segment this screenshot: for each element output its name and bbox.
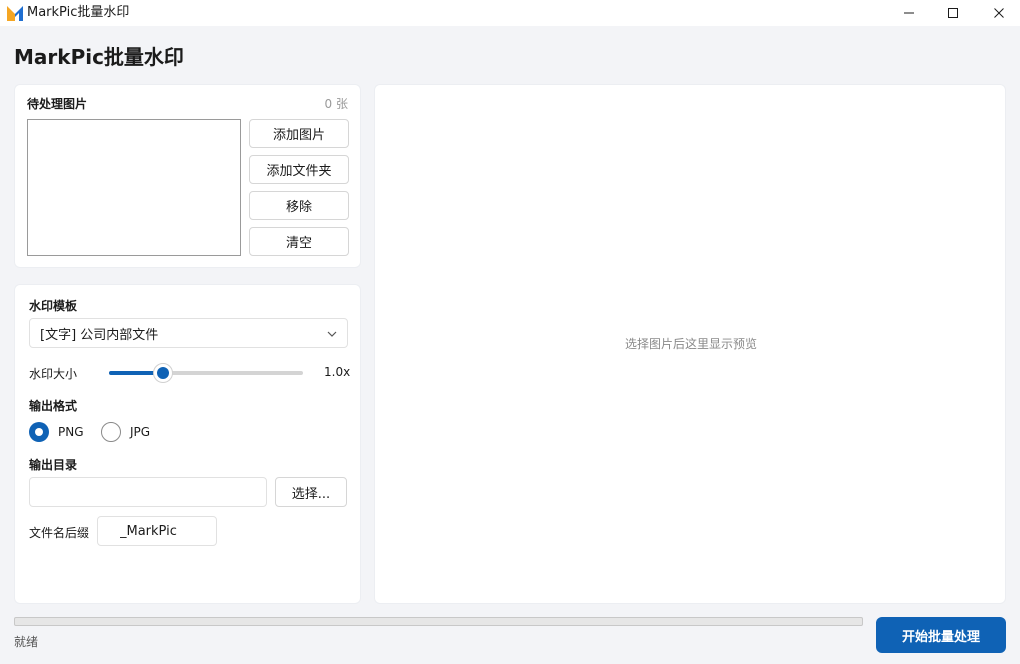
- radio-dot: [35, 428, 43, 436]
- minimize-button[interactable]: [886, 0, 932, 26]
- settings-panel: 水印模板 [文字] 公司内部文件 水印大小 1.0x 输出格式 PNG JPG …: [14, 284, 361, 604]
- add-images-button[interactable]: 添加图片: [249, 119, 349, 148]
- slider-thumb-dot: [157, 367, 170, 379]
- format-label: 输出格式: [29, 399, 78, 413]
- chevron-down-icon: [327, 331, 337, 337]
- window-title: MarkPic批量水印: [27, 5, 130, 20]
- images-panel: 待处理图片 0 张 添加图片 添加文件夹 移除 清空: [14, 84, 361, 268]
- size-label: 水印大小: [29, 367, 78, 381]
- remove-button[interactable]: 移除: [249, 191, 349, 220]
- template-select[interactable]: [文字] 公司内部文件: [29, 318, 348, 348]
- start-batch-button[interactable]: 开始批量处理: [876, 617, 1006, 653]
- template-selected-value: [文字] 公司内部文件: [40, 327, 159, 343]
- app-logo-icon: [7, 6, 23, 21]
- output-dir-input[interactable]: [29, 477, 267, 507]
- maximize-button[interactable]: [930, 0, 976, 26]
- title-bar: MarkPic批量水印: [0, 0, 1020, 26]
- progress-bar: [14, 617, 863, 626]
- suffix-label: 文件名后缀: [29, 526, 90, 540]
- size-value: 1.0x: [324, 365, 351, 379]
- size-slider-track[interactable]: [109, 371, 303, 375]
- status-text: 就绪: [14, 635, 39, 649]
- images-panel-title: 待处理图片: [27, 97, 88, 111]
- preview-placeholder: 选择图片后这里显示预览: [624, 337, 757, 351]
- image-list[interactable]: [27, 119, 241, 256]
- format-radio-jpg[interactable]: [101, 422, 121, 442]
- output-dir-label: 输出目录: [29, 458, 78, 472]
- preview-panel: 选择图片后这里显示预览: [374, 84, 1006, 604]
- format-radio-png[interactable]: [29, 422, 49, 442]
- close-button[interactable]: [976, 0, 1020, 26]
- size-slider-thumb[interactable]: [153, 363, 174, 383]
- minimize-icon: [904, 12, 914, 14]
- image-count: 0 张: [324, 97, 348, 111]
- clear-button[interactable]: 清空: [249, 227, 349, 256]
- browse-button[interactable]: 选择...: [275, 477, 347, 507]
- page-title: MarkPic批量水印: [14, 45, 184, 69]
- format-label-png: PNG: [58, 425, 84, 439]
- format-label-jpg: JPG: [130, 425, 151, 439]
- template-label: 水印模板: [29, 299, 78, 313]
- maximize-icon: [948, 8, 958, 18]
- close-icon: [994, 8, 1004, 18]
- add-folder-button[interactable]: 添加文件夹: [249, 155, 349, 184]
- suffix-input[interactable]: [97, 516, 217, 546]
